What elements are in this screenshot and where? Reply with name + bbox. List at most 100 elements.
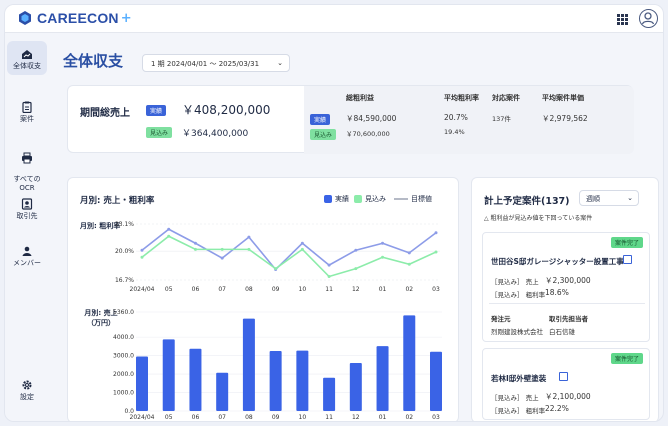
owner-header: 取引先担当者 [549,315,588,323]
gear-icon [22,380,32,390]
monthly-chart-card: 月別: 売上・粗利率 実績 見込み 目標値 月別: 粗利率 月別: 売上 （万円… [67,177,459,421]
client-header: 発注元 [491,315,511,323]
sidebar-item-ocr[interactable]: すべての OCR [7,143,47,193]
header-gross-profit: 総粗利益 [346,94,374,102]
logo-text: CAREECON [37,10,119,26]
top-bar: CAREECON + [5,5,663,33]
bar-x-tick-label: 09 [272,414,280,421]
bar-y-tick-label: 5360.0 [113,309,134,316]
line-x-tick-label: 03 [432,286,440,293]
line-y-tick-label: 20.0% [115,248,134,255]
bar-x-tick-label: 12 [352,414,360,421]
bar-x-tick-label: 08 [245,414,253,421]
line-y-tick-label: 16.7% [115,277,134,284]
sort-select[interactable]: 週順 ⌄ [579,190,639,206]
bar-y-tick-label: 1000.0 [113,390,134,397]
client-name: 烈剛建設株式会社 [491,328,543,336]
sales-value: ￥2,300,000 [545,276,591,285]
bar [349,362,362,411]
period-select[interactable]: 1 期 2024/04/01 〜 2025/03/31 ⌄ [142,54,290,72]
actual-count: 137件 [492,115,511,123]
line-point [300,247,304,251]
line-x-tick-label: 02 [405,286,413,293]
actual-rate: 20.7% [444,113,468,122]
line-x-tick-label: 12 [352,286,360,293]
chevron-down-icon: ⌄ [627,194,633,202]
external-link-icon[interactable] [623,255,632,264]
line-x-tick-label: 09 [272,286,280,293]
external-link-icon[interactable] [559,372,568,381]
line-point [220,256,224,260]
sidebar-item-clients[interactable]: 取引先 [7,198,47,221]
sidebar-item-label: メンバー [13,259,41,267]
bar [189,348,202,411]
divider [489,303,645,304]
chevron-down-icon: ⌄ [277,59,283,67]
logo-icon [19,11,31,25]
bar [403,315,416,411]
sales-label: ［見込み］ 売上 [491,394,539,402]
line-point [140,248,144,252]
sidebar-item-members[interactable]: メンバー [7,245,47,268]
bar-x-tick-label: 01 [379,414,387,421]
logo[interactable]: CAREECON + [17,10,132,26]
line-x-tick-label: 11 [325,286,333,293]
line-x-tick-label: 07 [218,286,226,293]
sidebar-item-label: すべての OCR [13,175,41,192]
apps-grid-icon[interactable] [617,14,628,25]
bar-y-tick-label: 4000.0 [113,334,134,341]
warning-note: △ 粗利益が見込み値を下回っている案件 [484,215,593,222]
line-point [300,241,304,245]
sidebar-item-projects[interactable]: 案件 [7,101,47,124]
actual-sales-value: ￥408,200,000 [182,103,271,117]
bar-x-tick-label: 11 [325,414,333,421]
actual-gross: ￥84,590,000 [346,114,397,123]
rate-label: ［見込み］ 粗利率 [491,407,546,415]
line-point [140,255,144,259]
rate-value: 18.6% [545,288,569,297]
forecast-badge: 見込み [146,127,173,138]
bar-x-tick-label: 03 [432,414,440,421]
summary-card: 期間総売上 実績 ￥408,200,000 見込み ￥364,400,000 総… [67,85,634,154]
line-point [381,255,385,259]
user-avatar-icon[interactable] [639,9,658,28]
line-point [434,231,438,235]
line-point [327,275,331,278]
owner-name: 白石信雄 [549,328,575,336]
actual-avg: ￥2,979,562 [542,114,588,123]
project-item[interactable]: 案件完了 世田谷S邸ガレージシャッター設置工事 ［見込み］ 売上 ￥2,300,… [482,232,650,342]
home-chart-icon [22,50,32,59]
line-x-tick-label: 06 [192,286,200,293]
line-point [354,248,358,252]
header-avg-rate: 平均粗利率 [444,94,479,102]
line-point [407,251,411,255]
status-badge: 案件完了 [610,237,643,248]
bar [136,356,148,411]
bar [323,377,336,411]
line-point [434,250,438,254]
sidebar-item-label: 案件 [20,115,34,123]
project-item[interactable]: 案件完了 若林I邸外壁塗装 ［見込み］ 売上 ￥2,100,000 ［見込み］ … [482,348,650,420]
contact-card-icon [21,198,33,210]
total-sales-label: 期間総売上 [80,108,130,119]
upcoming-projects-card: 計上予定案件(137) 週順 ⌄ △ 粗利益が見込み値を下回っている案件 案件完… [471,177,659,421]
line-point [220,247,224,251]
line-x-tick-label: 10 [299,286,307,293]
forecast-rate: 19.4% [444,128,465,136]
sidebar-item-overall[interactable]: 全体収支 [7,41,47,75]
line-point [327,263,331,267]
forecast-sales-value: ￥364,400,000 [182,129,249,139]
line-point [354,267,358,271]
bar-x-tick-label: 05 [165,414,173,421]
stats-table: 総粗利益 平均粗利率 対応案件 平均案件単価 実績 ￥84,590,000 20… [304,86,634,154]
logo-plus: + [120,10,132,26]
project-name[interactable]: 若林I邸外壁塗装 [491,373,546,384]
sidebar-item-settings[interactable]: 設定 [7,379,47,402]
sidebar: 全体収支 案件 すべての OCR 取引先 メンバー 設定 [5,33,49,421]
bar-x-tick-label: 2024/04 [130,414,155,421]
bar [242,318,255,411]
project-name[interactable]: 世田谷S邸ガレージシャッター設置工事 [491,256,624,267]
actual-badge: 実績 [146,105,167,116]
sidebar-item-label: 設定 [20,393,34,401]
sidebar-item-label: 全体収支 [13,62,41,70]
